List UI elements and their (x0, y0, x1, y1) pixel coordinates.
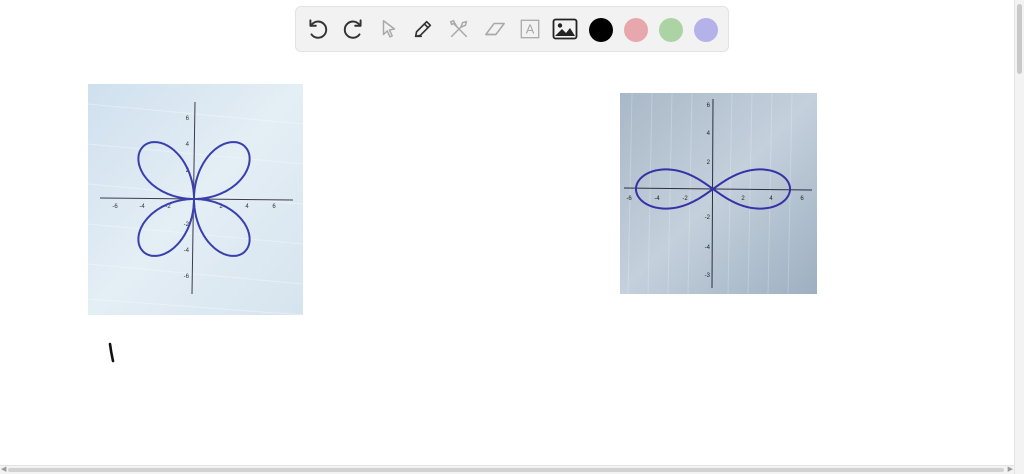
color-swatch-lavender[interactable] (694, 18, 718, 42)
undo-icon (309, 19, 328, 39)
text-tool-glyph: A (526, 22, 535, 37)
tools-button[interactable] (442, 7, 476, 51)
lemniscate-graph-image[interactable]: -6 -4 -2 2 4 6 6 4 2 -2 -4 -3 (620, 93, 817, 294)
rose-y-tick-label: -6 (184, 274, 190, 280)
rose-x-tick-label: -4 (139, 204, 145, 210)
undo-button[interactable] (301, 7, 335, 51)
color-swatch-black[interactable] (589, 18, 613, 42)
pen-icon (414, 20, 432, 38)
horizontal-scroll-thumb[interactable] (8, 468, 1004, 472)
lemniscate-y-tick-label: -3 (705, 273, 711, 279)
redo-icon (343, 19, 362, 39)
eraser-tool-button[interactable] (478, 7, 512, 51)
rose-curve-graph-image[interactable]: -6 -4 -2 2 4 6 6 4 2 -2 -4 -6 (88, 84, 303, 315)
color-swatch-green[interactable] (659, 18, 683, 42)
image-tool-button[interactable] (548, 7, 582, 51)
image-icon (552, 18, 578, 40)
scroll-right-arrow-icon[interactable]: ▶ (1008, 466, 1013, 474)
lemniscate-x-tick-label: -6 (626, 196, 632, 202)
lemniscate-y-tick-label: -2 (705, 215, 711, 221)
pointer-icon (382, 20, 396, 38)
vertical-scrollbar[interactable] (1014, 0, 1024, 474)
lemniscate-y-tick-label: -4 (705, 245, 711, 251)
horizontal-scrollbar[interactable]: ◀ ▶ (0, 465, 1014, 474)
vertical-scroll-thumb[interactable] (1017, 4, 1022, 74)
eraser-icon (485, 22, 505, 36)
lemniscate-x-tick-label: -2 (682, 196, 688, 202)
text-icon: A (520, 19, 540, 39)
text-tool-button[interactable]: A (513, 7, 547, 51)
ink-stroke[interactable] (104, 340, 120, 371)
drawing-toolbar: A (295, 6, 729, 52)
rose-x-tick-label: -6 (112, 204, 118, 210)
redo-button[interactable] (336, 7, 370, 51)
tools-icon (449, 19, 468, 38)
lemniscate-x-tick-label: -4 (654, 196, 660, 202)
scroll-left-arrow-icon[interactable]: ◀ (1, 466, 6, 474)
pointer-tool-button[interactable] (372, 7, 406, 51)
color-swatch-pink[interactable] (624, 18, 648, 42)
rose-y-tick-label: -4 (184, 248, 190, 254)
pen-tool-button[interactable] (406, 7, 440, 51)
